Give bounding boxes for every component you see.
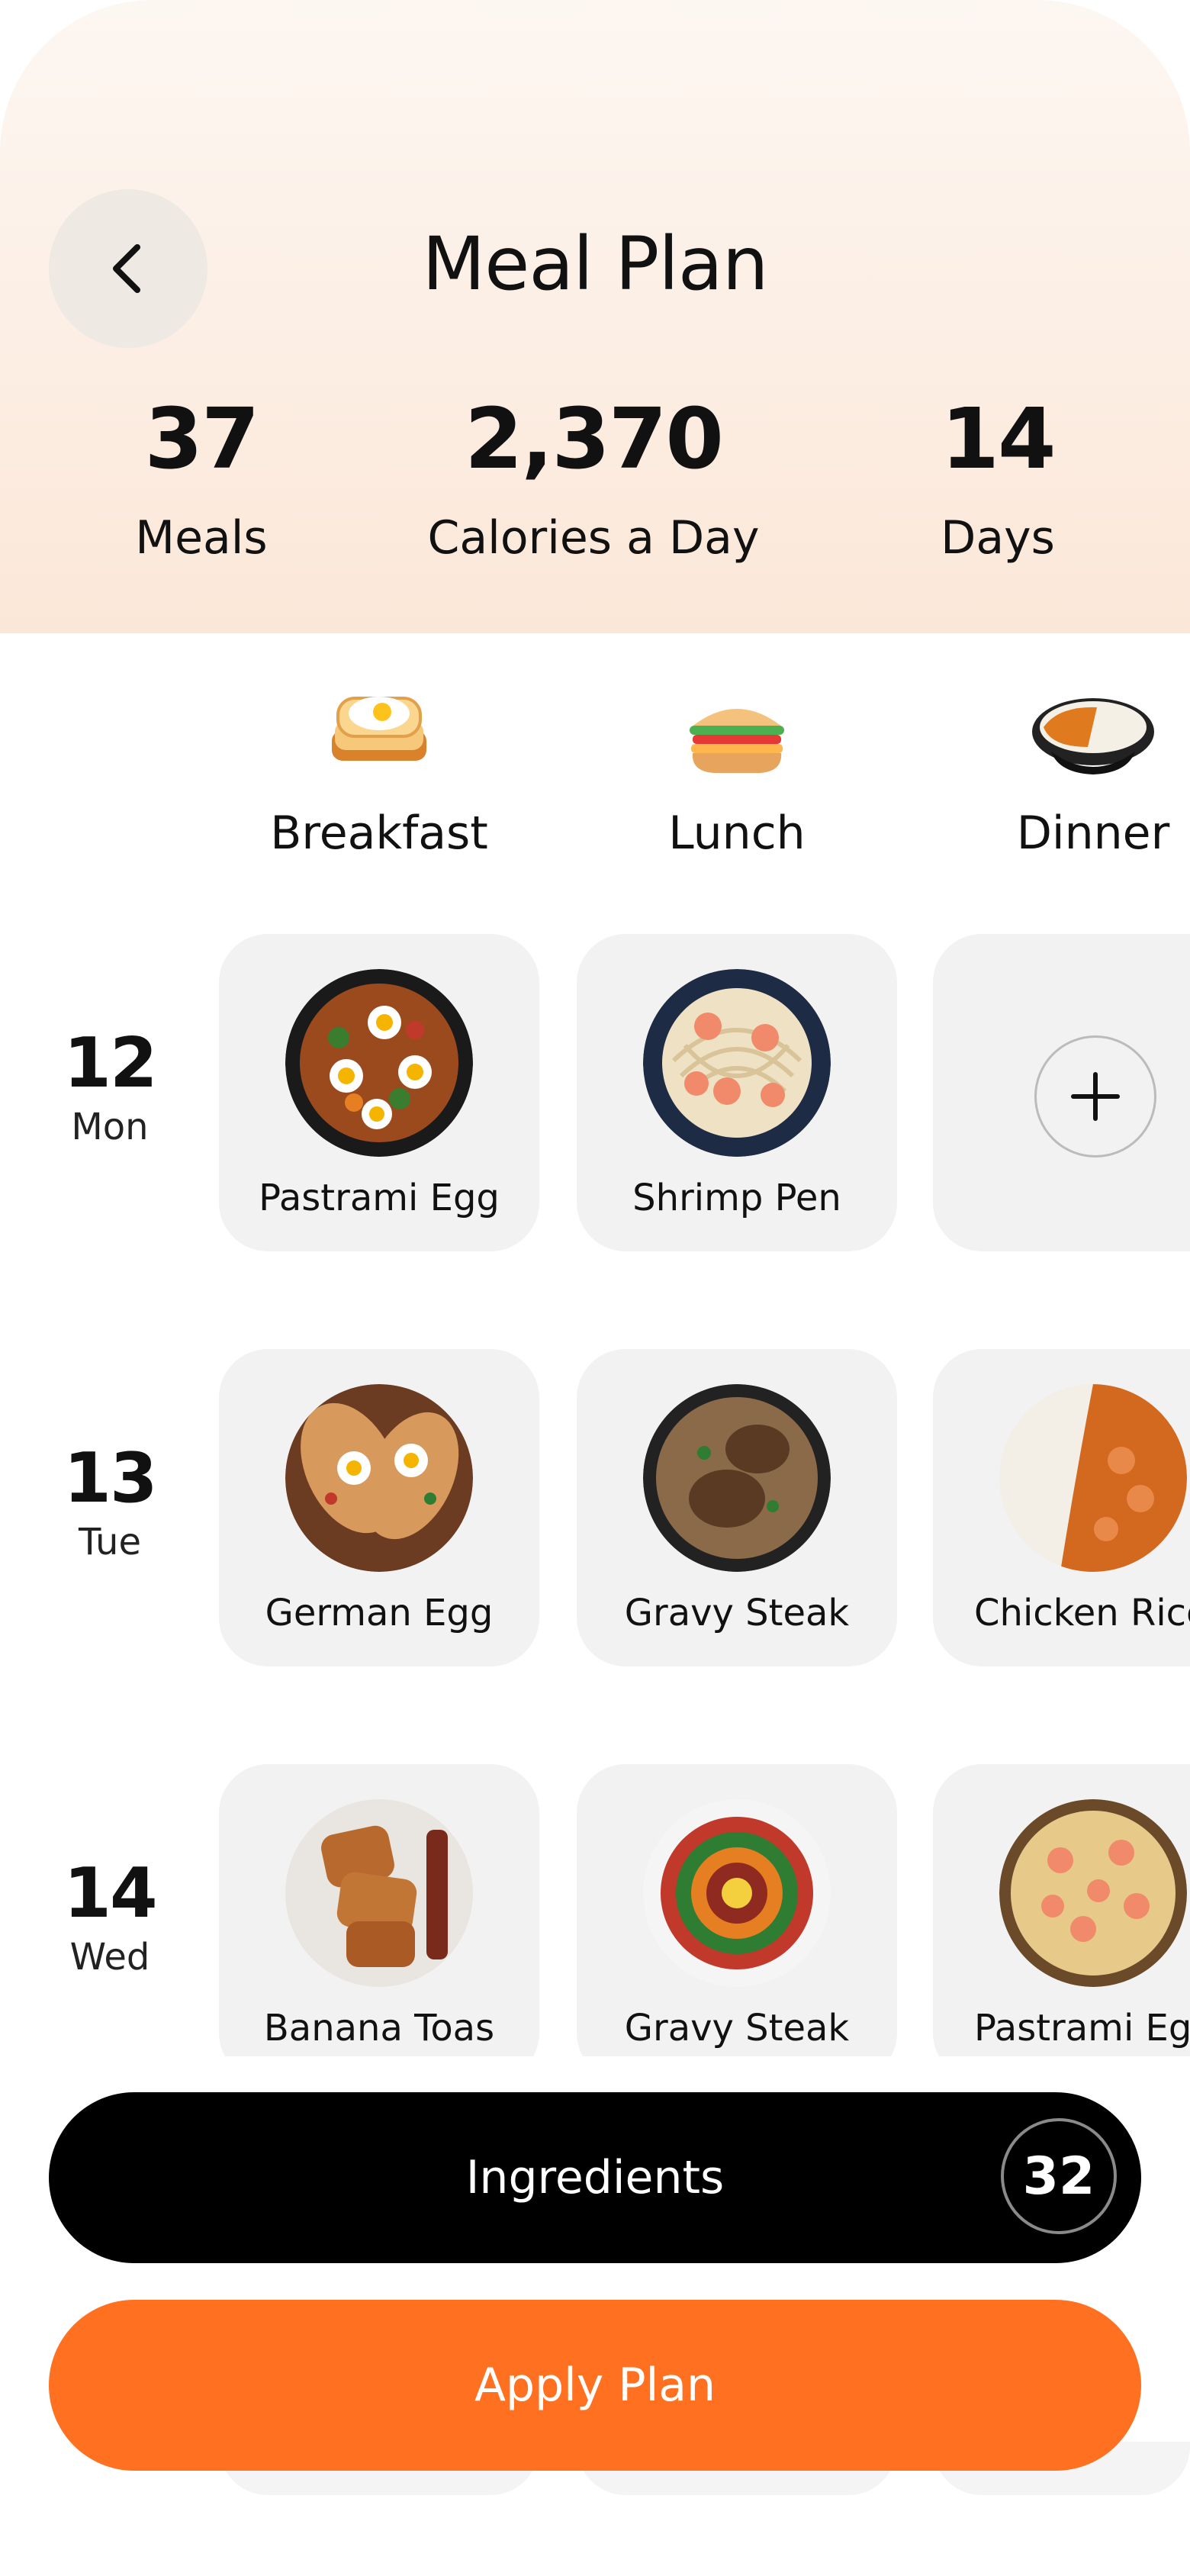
meal-photo	[999, 1799, 1187, 1987]
column-breakfast[interactable]: Breakfast	[219, 683, 539, 860]
day-number: 13	[63, 1438, 157, 1518]
meal-card[interactable]: Gravy Steak	[577, 1349, 897, 1666]
meal-photo	[285, 969, 473, 1157]
meal-name: Banana Toas	[263, 2007, 495, 2050]
meal-photo	[643, 1799, 831, 1987]
curry-bowl-icon	[933, 683, 1190, 790]
ingredients-button[interactable]: Ingredients 32	[49, 2092, 1141, 2263]
meal-card[interactable]: German Egg	[219, 1349, 539, 1666]
column-dinner[interactable]: Dinner	[933, 683, 1190, 860]
stat-value: 37	[144, 390, 259, 488]
header: Meal Plan 37 Meals 2,370 Calories a Day …	[0, 0, 1190, 633]
day-row: 14 Wed Banana Toas Gravy Steak Pastrami …	[0, 1764, 1190, 2056]
meal-photo	[285, 1799, 473, 1987]
add-meal-button[interactable]	[1034, 1035, 1156, 1158]
meal-card[interactable]: Pastrami Egg	[933, 1764, 1190, 2056]
column-label: Lunch	[668, 807, 806, 860]
stat-meals: 37 Meals	[26, 397, 377, 565]
meal-card[interactable]: Banana Toas	[219, 1764, 539, 2056]
stat-value: 2,370	[465, 390, 724, 488]
stat-label: Calories a Day	[427, 511, 760, 565]
day-number: 14	[63, 1853, 157, 1934]
meal-card[interactable]: Shrimp Pen	[577, 934, 897, 1251]
stat-calories: 2,370 Calories a Day	[418, 397, 769, 565]
day-weekday: Wed	[69, 1936, 150, 1979]
meal-grid: 12 Mon Pastrami Egg Shrimp Pen 13 Tue Ge…	[0, 916, 1190, 2056]
stat-value: 14	[941, 390, 1056, 488]
column-lunch[interactable]: Lunch	[577, 683, 897, 860]
day-row: 13 Tue German Egg Gravy Steak Chicken Ri…	[0, 1349, 1190, 1666]
meal-name: Pastrami Egg	[974, 2007, 1190, 2050]
sandwich-icon	[577, 683, 897, 790]
plus-icon	[1071, 1072, 1120, 1121]
meal-name: Pastrami Egg	[259, 1177, 500, 1219]
stat-label: Meals	[135, 511, 268, 565]
column-label: Dinner	[1016, 807, 1170, 860]
ingredients-label: Ingredients	[465, 2151, 725, 2204]
meal-name: Gravy Steak	[624, 1592, 850, 1634]
meal-photo	[643, 969, 831, 1157]
meal-photo	[643, 1384, 831, 1572]
ingredients-count-badge: 32	[1001, 2118, 1117, 2234]
day-label: 12 Mon	[46, 1023, 174, 1149]
meal-card[interactable]: Chicken Rice	[933, 1349, 1190, 1666]
column-label: Breakfast	[270, 807, 488, 860]
meal-name: Chicken Rice	[974, 1592, 1190, 1634]
toast-egg-icon	[219, 683, 539, 790]
page-title: Meal Plan	[422, 221, 768, 307]
apply-plan-button[interactable]: Apply Plan	[49, 2300, 1141, 2471]
day-row: 12 Mon Pastrami Egg Shrimp Pen	[0, 934, 1190, 1251]
day-label: 14 Wed	[46, 1860, 174, 1979]
day-weekday: Tue	[79, 1521, 141, 1563]
meal-name: German Egg	[265, 1592, 494, 1634]
add-meal-card[interactable]	[933, 934, 1190, 1251]
meal-card[interactable]: Pastrami Egg	[219, 934, 539, 1251]
meal-card[interactable]: Gravy Steak	[577, 1764, 897, 2056]
meal-photo	[285, 1384, 473, 1572]
meal-name: Gravy Steak	[624, 2007, 850, 2050]
day-weekday: Mon	[71, 1106, 149, 1148]
meal-name: Shrimp Pen	[632, 1177, 841, 1219]
meal-photo	[999, 1384, 1187, 1572]
stat-days: 14 Days	[822, 397, 1173, 565]
stat-label: Days	[941, 511, 1055, 565]
day-number: 12	[63, 1023, 157, 1103]
day-label: 13 Tue	[46, 1438, 174, 1564]
